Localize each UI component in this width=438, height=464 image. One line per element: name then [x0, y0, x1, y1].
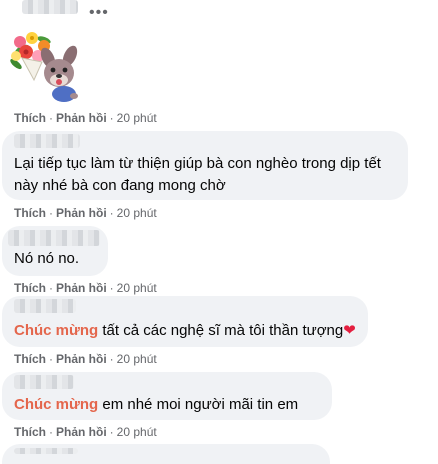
blurred-author-name[interactable]: [14, 375, 74, 389]
comment-timestamp[interactable]: 20 phút: [117, 281, 157, 295]
reply-link[interactable]: Phản hồi: [56, 281, 107, 295]
comment-text: Chúc mừng em nhé moi người mãi tin em: [14, 396, 299, 413]
comment-timestamp[interactable]: 20 phút: [117, 206, 157, 220]
like-link[interactable]: Thích: [14, 111, 46, 125]
blurred-author-name[interactable]: [8, 230, 100, 246]
comment-timestamp[interactable]: 20 phút: [117, 425, 157, 439]
dog-with-flower-bouquet-sticker: [8, 28, 84, 104]
like-link[interactable]: Thích: [14, 206, 46, 220]
comment-actions: Thích · Phản hồi · 20 phút: [14, 425, 157, 439]
comment-timestamp[interactable]: 20 phút: [117, 352, 157, 366]
comment-actions: Thích · Phản hồi · 20 phút: [14, 111, 157, 125]
blurred-author-name[interactable]: [14, 299, 76, 313]
comment-text: Lại tiếp tục làm từ thiện giúp bà con ng…: [14, 155, 381, 172]
comment-timestamp[interactable]: 20 phút: [117, 111, 157, 125]
highlighted-keyword: Chúc mừng: [14, 322, 99, 339]
comment-text: Chúc mừng tất cả các nghệ sĩ mà tôi thần…: [14, 322, 356, 339]
comment-text: Nó nó no.: [14, 250, 80, 267]
like-link[interactable]: Thích: [14, 352, 46, 366]
blurred-author-name[interactable]: [14, 134, 80, 148]
reply-link[interactable]: Phản hồi: [56, 352, 107, 366]
comment-actions: Thích · Phản hồi · 20 phút: [14, 281, 157, 295]
reply-link[interactable]: Phản hồi: [56, 206, 107, 220]
more-horiz-icon[interactable]: •••: [89, 4, 109, 22]
like-link[interactable]: Thích: [14, 281, 46, 295]
comment-bubble: [2, 444, 330, 464]
blurred-author-name[interactable]: [14, 448, 78, 454]
comment-actions: Thích · Phản hồi · 20 phút: [14, 206, 157, 220]
red-heart-icon: ❤: [343, 322, 356, 339]
comment-text: này nhé bà con đang mong chờ: [14, 177, 226, 194]
comment-actions: Thích · Phản hồi · 20 phút: [14, 352, 157, 366]
reply-link[interactable]: Phản hồi: [56, 111, 107, 125]
reply-link[interactable]: Phản hồi: [56, 425, 107, 439]
like-link[interactable]: Thích: [14, 425, 46, 439]
blurred-author-name: [22, 0, 78, 14]
highlighted-keyword: Chúc mừng: [14, 396, 99, 413]
